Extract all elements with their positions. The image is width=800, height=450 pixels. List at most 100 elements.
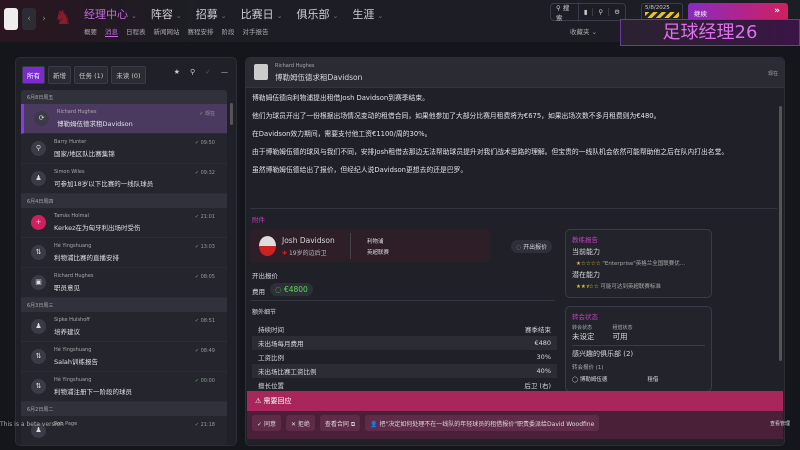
sender: Hé Yingshuang <box>54 377 92 383</box>
nav-item[interactable]: 比赛日 ⌄ <box>241 6 283 22</box>
nav-label: 经理中心 <box>84 8 128 21</box>
subnav-item[interactable]: 对手报告 <box>243 26 269 37</box>
chevron-down-icon: ⌄ <box>276 12 283 20</box>
subject: 培养建议 <box>54 328 80 336</box>
inbox-tab[interactable]: 所有 <box>22 66 45 84</box>
time-text: 21:18 <box>200 422 215 428</box>
player-card[interactable]: Josh Davidson ✚ 19岁的边后卫 利物浦 英超联赛 <box>250 229 490 262</box>
message-item[interactable]: ⇅ Hé Yingshuang 利物浦比赛的直播安排 ✓ 13:03 <box>21 238 227 268</box>
nav-item[interactable]: 生涯 ⌄ <box>352 6 383 22</box>
search-button[interactable]: ⚲ 搜索 <box>551 2 579 22</box>
chevrons-icon: » <box>774 6 780 16</box>
message-item[interactable]: ⟳ Richard Hughes 博勒姆伍德求租Davidson ✓ 现在 <box>21 104 227 134</box>
transfer-icon: ⇅ <box>31 379 46 394</box>
player-name[interactable]: Josh Davidson <box>282 236 335 245</box>
message-item[interactable]: ⇅ Hé Yingshuang Salah训练报告 ✓ 08:49 <box>21 342 227 372</box>
paragraph: 博勒姆伍德向利物浦提出租借Josh Davidson到赛季结束。 <box>252 94 429 102</box>
nav-item[interactable]: 招募 ⌄ <box>196 6 227 22</box>
sub-nav: 概要 消息 日程表 新闻网站 赛程安排 阶段 对手报告 <box>84 26 269 37</box>
processing-stripe <box>645 12 679 18</box>
message-scrollbar[interactable] <box>779 106 782 361</box>
inbox-tab[interactable]: 未读 (0) <box>111 66 146 84</box>
time: ✓ 09:50 <box>195 140 215 146</box>
minus-icon[interactable]: — <box>221 68 228 76</box>
time-text: 现在 <box>204 111 215 117</box>
sender: Sipke Hulshoff <box>54 317 90 323</box>
paragraph: 虽然博勒姆伍德给出了报价，但经纪人说Davidson更想去的还是巴罗。 <box>252 166 468 174</box>
subnav-item[interactable]: 赛程安排 <box>188 26 214 37</box>
transfer-icon: ⇅ <box>31 245 46 260</box>
details-table: 持续时间 赛季结束 未出场每月费用 €480 工资比例 30% 未出场比赛工资比例 40% 擅长… <box>252 322 557 392</box>
paragraph: 他们为球员开出了一份根据出场情况变动的租借合同，如果他参加了大部分比赛月租费将为… <box>252 112 661 120</box>
time-text: 08:51 <box>200 318 215 324</box>
message-title: 博勒姆伍德求租Davidson <box>275 73 363 82</box>
refresh-icon: ⟳ <box>34 111 49 126</box>
message-item[interactable]: ♟ Simon Wiles 可参加18岁以下比赛的一线队球员 ✓ 09:32 <box>21 164 227 194</box>
subnav-item[interactable]: 阶段 <box>222 26 235 37</box>
favorites-dropdown[interactable]: 收藏夹 ⌄ <box>570 26 597 36</box>
message-item[interactable]: ♟ Sipke Hulshoff 培养建议 ✓ 08:51 <box>21 312 227 342</box>
subnav-item[interactable]: 日程表 <box>126 26 146 37</box>
fee-value[interactable]: ◌ €4800 <box>270 283 313 296</box>
warning-icon: ⚠ <box>255 397 262 405</box>
back-button[interactable]: ‹ <box>22 8 36 30</box>
offer-label: 开出报价 <box>252 272 278 280</box>
main-nav: 经理中心 ⌄ 阵容 ⌄ 招募 ⌄ 比赛日 ⌄ 俱乐部 ⌄ 生涯 ⌄ <box>84 6 383 22</box>
message-item[interactable]: + Tamás Holmal Kerkez在为匈牙利出场时受伤 ✓ 21:01 <box>21 208 227 238</box>
time: ✓ 09:32 <box>195 170 215 176</box>
accept-button[interactable]: ✓ 同意 <box>252 415 281 431</box>
notes-icon[interactable]: ▮ <box>579 8 594 16</box>
offer-row[interactable]: ◯ 博勒姆伍德 租借 <box>572 375 705 383</box>
sender: Simon Wiles <box>54 169 85 175</box>
forward-button[interactable]: › <box>37 8 51 30</box>
view-contract-button[interactable]: 查看合同 ⧉ <box>319 415 361 431</box>
reject-button[interactable]: ✕ 拒绝 <box>285 415 315 431</box>
sender: Richard Hughes <box>54 273 94 279</box>
nav-item[interactable]: 经理中心 ⌄ <box>84 6 137 22</box>
message-time: 现在 <box>767 71 778 77</box>
detail-value: 后卫 (右) <box>524 382 551 390</box>
nav-item[interactable]: 俱乐部 ⌄ <box>297 6 339 22</box>
inbox-tab[interactable]: 任务 (1) <box>74 66 109 84</box>
make-offer-button[interactable]: ◌ 开出报价 <box>511 240 553 253</box>
paragraph: 在Davidson效力期间，需要支付他工资€1100/周的30%。 <box>252 130 432 138</box>
check-icon: ✓ <box>257 421 264 428</box>
subject: 利物浦比赛的直播安排 <box>54 254 119 262</box>
sender: Tamás Holmal <box>54 213 89 219</box>
date-header: 6月8日周五 <box>21 90 227 104</box>
potential-ability-label: 潜在能力 <box>572 271 600 279</box>
check-icon[interactable]: ✓ <box>205 68 211 76</box>
subnav-item[interactable]: 消息 <box>105 26 118 37</box>
current-ability-label: 当前能力 <box>572 248 600 256</box>
subnav-item[interactable]: 概要 <box>84 26 97 37</box>
message-item[interactable]: ▣ Richard Hughes 职员意见 ✓ 08:05 <box>21 268 227 298</box>
sidebar-toggle[interactable] <box>4 8 18 30</box>
gear-icon[interactable]: ⚙ <box>609 8 625 16</box>
search-icon[interactable]: ⚲ <box>190 68 195 76</box>
star-icon[interactable]: ★ <box>174 68 180 76</box>
interested-clubs[interactable]: 感兴趣的俱乐部 (2) <box>572 345 705 359</box>
detail-value: 赛季结束 <box>525 326 551 334</box>
sender-name: Richard Hughes <box>275 63 315 69</box>
message-item[interactable]: ⚲ Barry Hunter 国家/地区队比赛集锦 ✓ 09:50 <box>21 134 227 164</box>
divider <box>350 233 351 259</box>
time: ✓ 08:05 <box>195 274 215 280</box>
list-scrollbar[interactable] <box>230 103 233 125</box>
message-item[interactable]: ⇅ Hé Yingshuang 利物浦注册下一阶段的球员 ✓ 00:00 <box>21 372 227 402</box>
toolbar: ⚲ 搜索 ▮ ⚲ ⚙ <box>550 2 626 22</box>
delegate-button[interactable]: 👤 把"决定如何处理不在一线队的年轻球员的租借报价"职责委派给David Woo… <box>365 415 600 431</box>
chevron-down-icon: ⌄ <box>332 12 339 20</box>
inbox-tab[interactable]: 新增 <box>48 66 71 84</box>
group-icon: ♟ <box>31 319 46 334</box>
subnav-item[interactable]: 新闻网站 <box>154 26 180 37</box>
detail-row: 擅长位置 后卫 (右) <box>252 378 557 392</box>
bulb-icon[interactable]: ⚲ <box>593 8 610 16</box>
nav-item[interactable]: 阵容 ⌄ <box>151 6 182 22</box>
subject: 博勒姆伍德求租Davidson <box>57 120 133 128</box>
chevron-down-icon: ⌄ <box>220 12 227 20</box>
detail-row: 持续时间 赛季结束 <box>252 322 557 336</box>
time-text: 00:00 <box>200 378 215 384</box>
nav-label: 招募 <box>195 8 218 21</box>
detail-value: 40% <box>536 367 551 375</box>
time: ✓ 13:03 <box>195 244 215 250</box>
